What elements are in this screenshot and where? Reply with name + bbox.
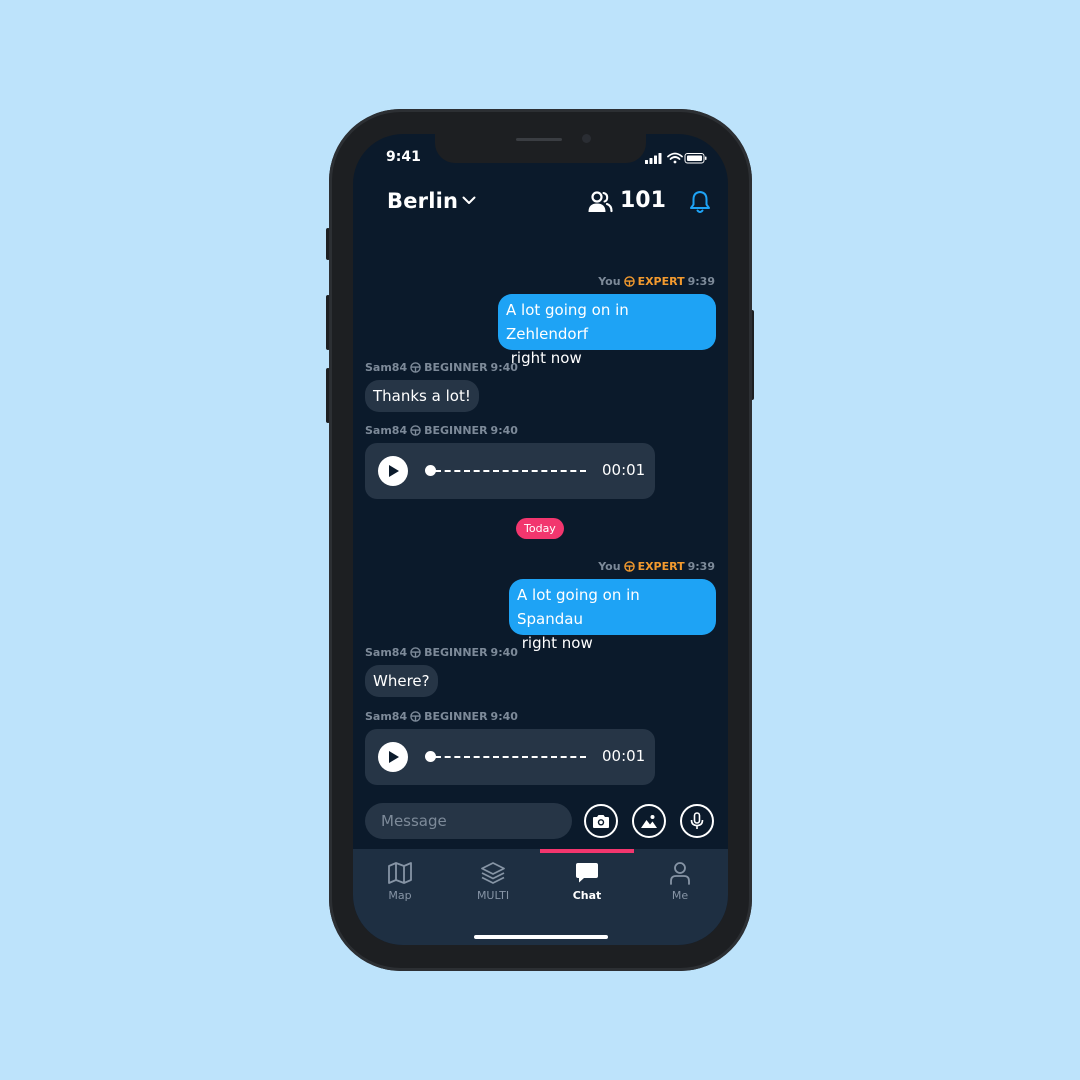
playback-track[interactable]: [435, 470, 586, 472]
steering-wheel-icon: [410, 425, 421, 436]
steering-wheel-icon: [410, 711, 421, 722]
camera-icon: [593, 814, 609, 828]
message-meta: You EXPERT 9:39: [598, 275, 715, 288]
message-meta: Sam84 BEGINNER 9:40: [365, 361, 518, 374]
map-icon: [388, 862, 412, 884]
level-badge: BEGINNER: [424, 646, 488, 659]
users-icon: [588, 191, 613, 213]
tab-multi[interactable]: MULTI: [463, 861, 523, 902]
steering-wheel-icon: [623, 276, 635, 287]
wifi-icon: [667, 152, 683, 164]
sender-name: Sam84: [365, 710, 408, 723]
message-text-line: right now: [506, 349, 582, 367]
signal-icon: [645, 153, 662, 164]
date-divider: Today: [516, 518, 564, 539]
message-time: 9:40: [490, 646, 518, 659]
play-icon[interactable]: [378, 742, 408, 772]
sender-name: You: [598, 275, 621, 288]
gallery-button[interactable]: [632, 804, 666, 838]
message-text-line: right now: [517, 634, 593, 652]
front-camera: [582, 134, 591, 143]
message-text-line: A lot going on in Zehlendorf: [506, 301, 629, 343]
message-meta: Sam84 BEGINNER 9:40: [365, 646, 518, 659]
status-time: 9:41: [386, 149, 421, 165]
message-time: 9:40: [490, 361, 518, 374]
message-time: 9:40: [490, 424, 518, 437]
tab-map[interactable]: Map: [370, 861, 430, 902]
sender-name: Sam84: [365, 646, 408, 659]
level-badge: BEGINNER: [424, 361, 488, 374]
incoming-message-bubble[interactable]: Thanks a lot!: [365, 380, 479, 412]
message-time: 9:40: [490, 710, 518, 723]
home-indicator: [474, 935, 608, 939]
message-time: 9:39: [687, 560, 715, 573]
message-time: 9:39: [687, 275, 715, 288]
playback-track[interactable]: [435, 756, 586, 758]
chat-icon: [576, 863, 598, 883]
play-icon[interactable]: [378, 456, 408, 486]
outgoing-message-bubble[interactable]: A lot going on in Zehlendorf right now: [498, 294, 716, 367]
tab-me[interactable]: Me: [650, 861, 710, 902]
layers-icon: [481, 862, 505, 884]
message-meta: Sam84 BEGINNER 9:40: [365, 424, 518, 437]
level-badge: EXPERT: [637, 275, 685, 288]
tab-chat[interactable]: Chat: [557, 861, 617, 902]
level-badge: BEGINNER: [424, 424, 488, 437]
online-user-count: 101: [620, 188, 666, 213]
tab-bar: Map MULTI Chat Me: [353, 849, 728, 945]
steering-wheel-icon: [410, 647, 421, 658]
tab-label: MULTI: [476, 889, 510, 902]
city-selector[interactable]: Berlin: [387, 189, 458, 213]
tab-label: Map: [388, 889, 412, 902]
earpiece-speaker: [516, 138, 562, 141]
incoming-message-bubble[interactable]: Where?: [365, 665, 438, 697]
microphone-icon: [690, 812, 704, 829]
message-meta: You EXPERT 9:39: [598, 560, 715, 573]
steering-wheel-icon: [623, 561, 635, 572]
chevron-down-icon[interactable]: [462, 196, 476, 205]
person-icon: [670, 862, 690, 885]
tab-label: Chat: [572, 889, 602, 902]
battery-icon: [684, 153, 707, 164]
active-tab-indicator: [540, 849, 634, 853]
message-text-line: A lot going on in Spandau: [517, 586, 640, 628]
message-input[interactable]: Message: [365, 803, 572, 839]
voice-duration: 00:01: [602, 461, 646, 479]
sender-name: Sam84: [365, 424, 408, 437]
voice-duration: 00:01: [602, 747, 646, 765]
camera-button[interactable]: [584, 804, 618, 838]
bell-icon[interactable]: [689, 190, 711, 214]
status-icons: [645, 152, 707, 164]
message-meta: Sam84 BEGINNER 9:40: [365, 710, 518, 723]
outgoing-message-bubble[interactable]: A lot going on in Spandau right now: [509, 579, 716, 652]
level-badge: BEGINNER: [424, 710, 488, 723]
image-icon: [641, 814, 657, 828]
voice-message: 00:01: [365, 443, 655, 499]
notch: [435, 134, 646, 163]
level-badge: EXPERT: [637, 560, 685, 573]
tab-label: Me: [671, 889, 689, 902]
voice-message: 00:01: [365, 729, 655, 785]
steering-wheel-icon: [410, 362, 421, 373]
phone-screen: 9:41 Berlin 101 You EXPERT 9:39 A lot go…: [353, 134, 728, 945]
voice-record-button[interactable]: [680, 804, 714, 838]
sender-name: You: [598, 560, 621, 573]
sender-name: Sam84: [365, 361, 408, 374]
